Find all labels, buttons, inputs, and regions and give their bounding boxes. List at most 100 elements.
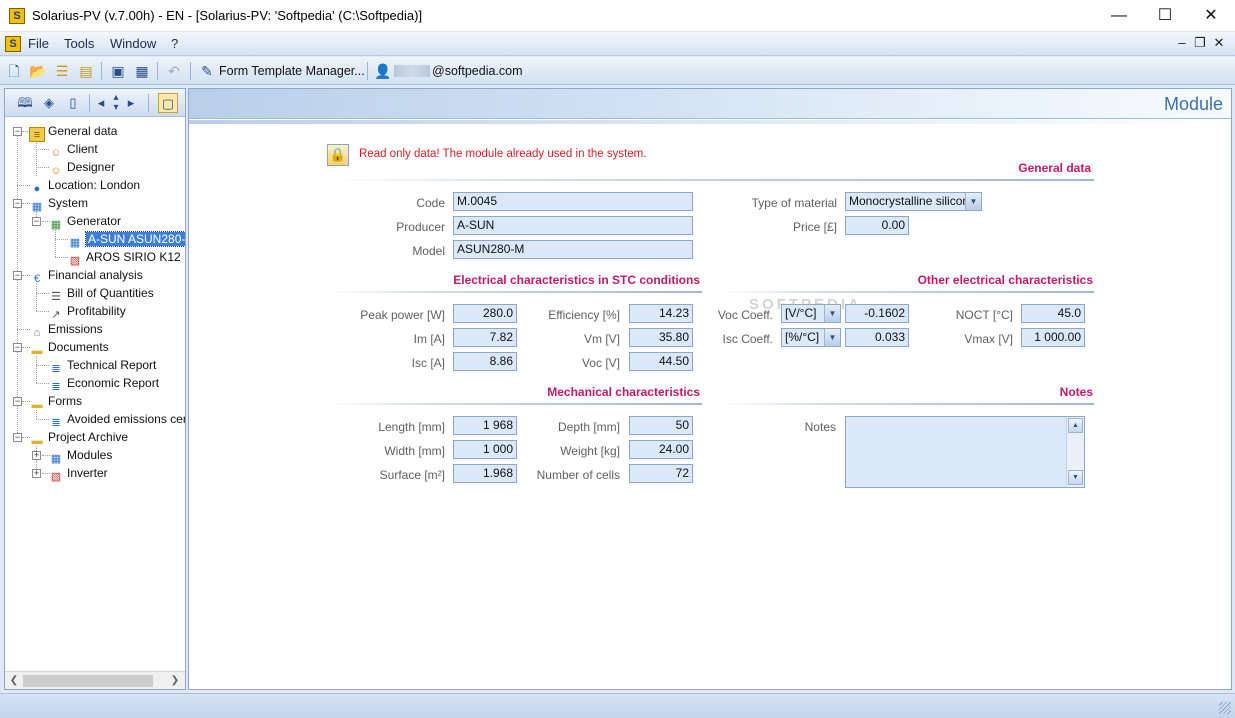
model-field[interactable]: ASUN280-M <box>453 240 693 259</box>
tree-node-technical-report[interactable]: ≣ Technical Report <box>48 356 156 375</box>
module-form-panel: Module 🔒 Read only data! The module alre… <box>188 88 1232 690</box>
tree-node-bill-of-quantities[interactable]: ☰ Bill of Quantities <box>48 284 154 303</box>
menu-help[interactable]: ? <box>171 36 178 51</box>
active-view-icon[interactable]: ▢ <box>158 93 178 113</box>
scroll-thumb[interactable] <box>23 675 153 687</box>
close-button[interactable]: ✕ <box>1188 0 1234 31</box>
toolbar: 🗋 📂 ☰ ▤ ▣ ▦ ↶ ✎ Form Template Manager...… <box>0 57 1235 85</box>
tree-navigation-bar: 🕮 ◈ ▯ ◂ ▴ ▾ ▸ ▢ <box>5 89 185 117</box>
scroll-right-icon[interactable]: ❯ <box>167 673 183 689</box>
noct-label: NOCT [°C] <box>955 308 1013 322</box>
previous-arrow-icon[interactable]: ◂ <box>95 93 107 113</box>
tree-node-designer[interactable]: ☺ Designer <box>48 158 115 177</box>
chevron-down-icon[interactable]: ▼ <box>824 305 840 322</box>
book-icon[interactable]: 🕮 <box>15 93 35 113</box>
voc-field[interactable]: 44.50 <box>629 352 693 371</box>
save-all-icon[interactable]: ▦ <box>132 61 152 81</box>
im-field[interactable]: 7.82 <box>453 328 517 347</box>
clipboard-icon[interactable]: ▯ <box>63 93 83 113</box>
surface-label: Surface [m²] <box>379 468 445 482</box>
tree-horizontal-scrollbar[interactable]: ❮ ❯ <box>5 671 185 689</box>
tree-node-inverter[interactable]: ▧ Inverter <box>48 464 108 483</box>
new-file-icon[interactable]: 🗋 <box>4 61 24 81</box>
tree-node-general-data[interactable]: ≡ General data <box>29 122 117 142</box>
doc-restore-icon[interactable]: ❐ <box>1191 35 1209 51</box>
efficiency-field[interactable]: 14.23 <box>629 304 693 323</box>
notes-icon[interactable]: ☰ <box>52 61 72 81</box>
code-field[interactable]: M.0045 <box>453 192 693 211</box>
menu-tools[interactable]: Tools <box>64 36 94 51</box>
expand-modules-toggle[interactable]: + <box>32 451 41 460</box>
collapse-documents-toggle[interactable]: − <box>13 343 22 352</box>
resize-grip[interactable] <box>1219 702 1231 714</box>
collapse-generator-toggle[interactable]: − <box>32 217 41 226</box>
surface-field[interactable]: 1.968 <box>453 464 517 483</box>
form-template-manager-button[interactable]: Form Template Manager... <box>219 64 365 78</box>
toolbar-separator <box>157 62 158 80</box>
doc-close-icon[interactable]: ✕ <box>1210 35 1228 51</box>
doc-minimize-icon[interactable]: ‒ <box>1173 35 1191 50</box>
length-field[interactable]: 1 968 <box>453 416 517 435</box>
form-template-icon[interactable]: ✎ <box>197 61 217 81</box>
collapse-system-toggle[interactable]: − <box>13 199 22 208</box>
collapse-archive-toggle[interactable]: − <box>13 433 22 442</box>
menu-window[interactable]: Window <box>110 36 156 51</box>
open-folder-icon[interactable]: 📂 <box>28 61 48 81</box>
material-select[interactable]: Monocrystalline silicon ▼ <box>845 192 982 211</box>
tree-node-financial-analysis[interactable]: € Financial analysis <box>29 266 143 285</box>
scroll-up-icon[interactable]: ▲ <box>1068 418 1083 433</box>
isc-coeff-unit-select[interactable]: [%/°C] ▼ <box>781 328 841 347</box>
menu-file[interactable]: File <box>28 36 49 51</box>
tree-node-client[interactable]: ☺ Client <box>48 140 97 159</box>
layers-icon[interactable]: ◈ <box>39 93 59 113</box>
collapse-general-data-toggle[interactable]: − <box>13 127 22 136</box>
tree-node-inverter-aros[interactable]: ▧ AROS SIRIO K12 <box>67 248 181 267</box>
isc-field[interactable]: 8.86 <box>453 352 517 371</box>
minimize-button[interactable]: — <box>1096 0 1142 31</box>
section-divider <box>326 179 1094 181</box>
noct-field[interactable]: 45.0 <box>1021 304 1085 323</box>
tree-node-modules[interactable]: ▦ Modules <box>48 446 113 465</box>
chevron-down-icon[interactable]: ▼ <box>965 193 981 210</box>
chevron-down-icon[interactable]: ▼ <box>824 329 840 346</box>
isc-coeff-field[interactable]: 0.033 <box>845 328 909 347</box>
undo-icon[interactable]: ↶ <box>164 61 184 81</box>
tree-node-system[interactable]: ▦ System <box>29 194 88 213</box>
tree-node-documents[interactable]: ▬ Documents <box>29 338 109 357</box>
tree-node-generator[interactable]: ▦ Generator <box>48 212 121 231</box>
tree-node-forms[interactable]: ▬ Forms <box>29 392 83 411</box>
price-field[interactable]: 0.00 <box>845 216 909 235</box>
scroll-left-icon[interactable]: ❮ <box>6 673 22 689</box>
save-icon[interactable]: ▣ <box>108 61 128 81</box>
up-down-arrow-icon[interactable]: ▴ ▾ <box>109 93 123 113</box>
archive-icon[interactable]: ▤ <box>76 61 96 81</box>
vm-field[interactable]: 35.80 <box>629 328 693 347</box>
tree-node-project-archive[interactable]: ▬ Project Archive <box>29 428 129 447</box>
collapse-forms-toggle[interactable]: − <box>13 397 22 406</box>
next-arrow-icon[interactable]: ▸ <box>125 93 137 113</box>
efficiency-label: Efficiency [%] <box>548 308 620 322</box>
notes-textarea[interactable]: ▲ ▼ <box>845 416 1085 488</box>
tree-node-economic-report[interactable]: ≣ Economic Report <box>48 374 159 393</box>
voc-coeff-unit-select[interactable]: [V/°C] ▼ <box>781 304 841 323</box>
peak-power-field[interactable]: 280.0 <box>453 304 517 323</box>
weight-field[interactable]: 24.00 <box>629 440 693 459</box>
expand-inverter-toggle[interactable]: + <box>32 469 41 478</box>
width-field[interactable]: 1 000 <box>453 440 517 459</box>
cells-field[interactable]: 72 <box>629 464 693 483</box>
voc-coeff-field[interactable]: -0.1602 <box>845 304 909 323</box>
scroll-down-icon[interactable]: ▼ <box>1068 470 1083 485</box>
tree-node-avoided-emissions[interactable]: ≣ Avoided emissions certif <box>48 410 185 429</box>
maximize-button[interactable]: ☐ <box>1142 0 1188 31</box>
project-tree-panel: 🕮 ◈ ▯ ◂ ▴ ▾ ▸ ▢ − − − − − − − + + ≡ Gene… <box>4 88 186 690</box>
tree-node-profitability[interactable]: ↗ Profitability <box>48 302 125 321</box>
tree-node-module-asun[interactable]: ▦ A-SUN ASUN280-M <box>67 230 185 249</box>
producer-field[interactable]: A-SUN <box>453 216 693 235</box>
tree-node-location[interactable]: ● Location: London <box>29 176 140 195</box>
depth-field[interactable]: 50 <box>629 416 693 435</box>
notes-scrollbar[interactable]: ▲ ▼ <box>1066 417 1084 487</box>
tree-node-emissions[interactable]: ⌂ Emissions <box>29 320 103 339</box>
vmax-field[interactable]: 1 000.00 <box>1021 328 1085 347</box>
document-system-icon[interactable]: S <box>5 36 21 52</box>
collapse-financial-toggle[interactable]: − <box>13 271 22 280</box>
